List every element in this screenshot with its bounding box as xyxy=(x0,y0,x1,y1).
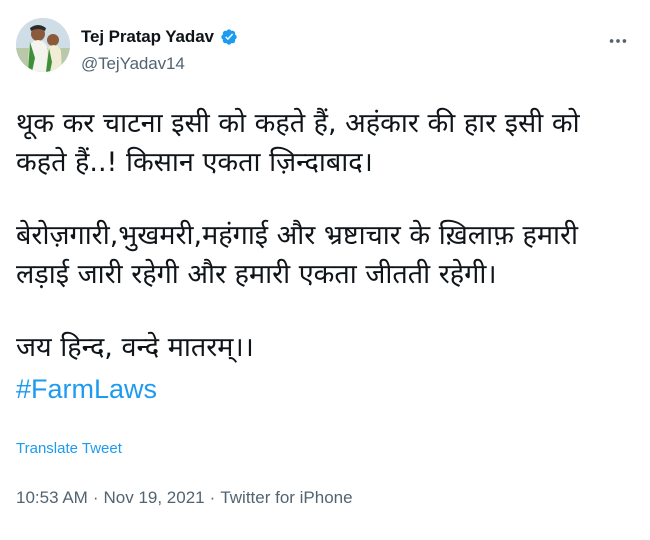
meta-separator: · xyxy=(92,488,99,507)
tweet-date[interactable]: Nov 19, 2021 xyxy=(104,488,205,508)
tweet-paragraph: थूक कर चाटना इसी को कहते हैं, अहंकार की … xyxy=(16,108,580,178)
profile-photo-icon xyxy=(16,18,70,72)
tweet-source[interactable]: Twitter for iPhone xyxy=(220,488,352,508)
tweet-header: Tej Pratap Yadav @TejYadav14 xyxy=(16,18,634,88)
tweet-text: थूक कर चाटना इसी को कहते हैं, अहंकार की … xyxy=(16,104,638,406)
more-options-button[interactable] xyxy=(606,31,630,51)
tweet-paragraph: बेरोज़गारी,भुखमरी,महंगाई और भ्रष्टाचार क… xyxy=(16,220,579,290)
meta-separator: · xyxy=(209,488,216,507)
tweet-time[interactable]: 10:53 AM xyxy=(16,488,88,508)
handle[interactable]: @TejYadav14 xyxy=(81,54,238,74)
avatar[interactable] xyxy=(16,18,70,72)
translate-tweet-link[interactable]: Translate Tweet xyxy=(16,440,122,457)
tweet-meta: 10:53 AM · Nov 19, 2021 · Twitter for iP… xyxy=(16,488,353,508)
author-identity: Tej Pratap Yadav @TejYadav14 xyxy=(81,26,238,74)
display-name[interactable]: Tej Pratap Yadav xyxy=(81,27,214,47)
tweet-card: Tej Pratap Yadav @TejYadav14 थूक कर चाटन… xyxy=(0,0,650,540)
tweet-paragraph: जय हिन्द, वन्दे मातरम्।। xyxy=(16,332,254,363)
more-icon xyxy=(609,39,627,43)
hashtag-link[interactable]: #FarmLaws xyxy=(16,372,157,406)
name-row: Tej Pratap Yadav xyxy=(81,26,238,48)
verified-badge-icon xyxy=(220,28,238,46)
